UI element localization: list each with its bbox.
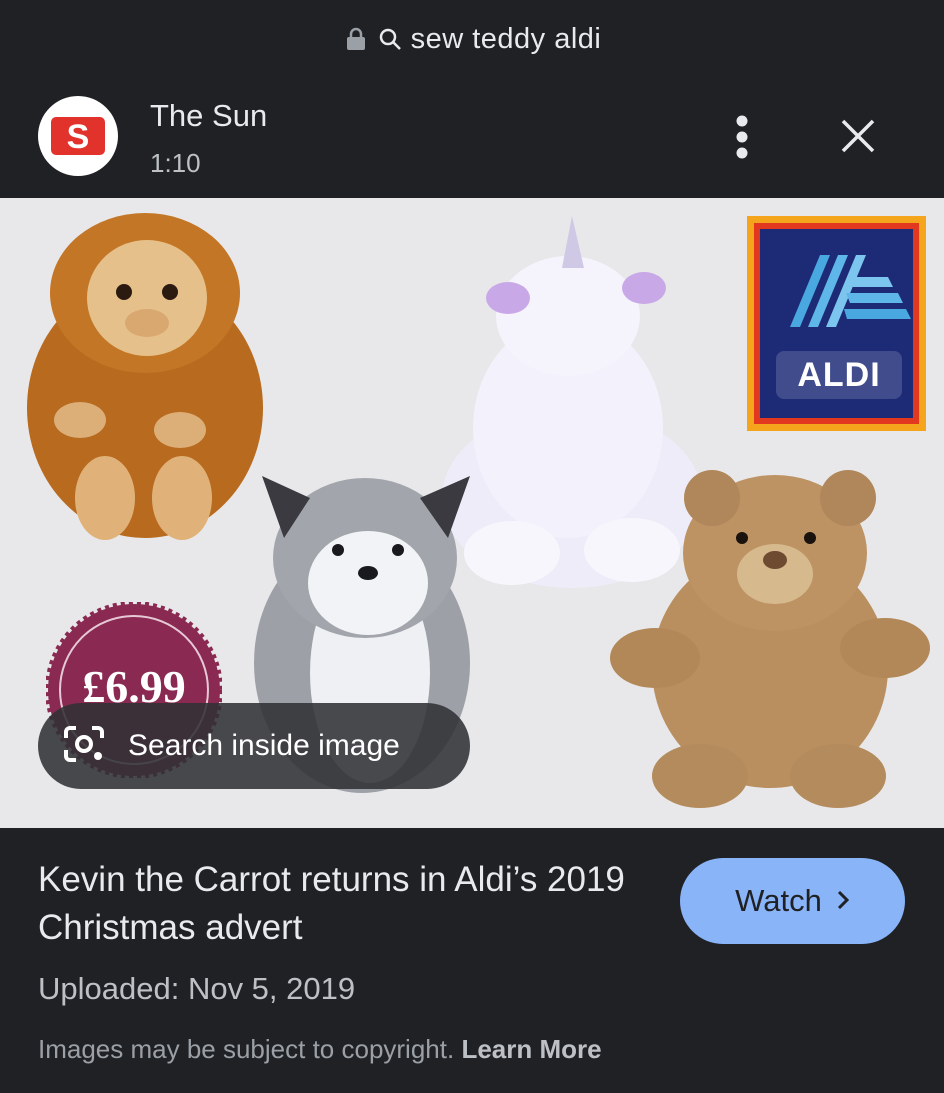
chevron-right-icon (836, 883, 850, 919)
result-title[interactable]: Kevin the Carrot returns in Aldi’s 2019 … (38, 856, 658, 952)
result-image[interactable]: ALDI £6.99 Search inside image (0, 198, 944, 828)
result-info: Kevin the Carrot returns in Aldi’s 2019 … (0, 828, 944, 1093)
logo-letter: S (67, 118, 90, 156)
unicorn-plush (442, 216, 702, 588)
aldi-logo: ALDI (747, 216, 926, 431)
aldi-stripes-icon (790, 255, 911, 327)
lens-icon (62, 724, 106, 769)
learn-more-link[interactable]: Learn More (461, 1034, 601, 1064)
close-icon[interactable] (834, 112, 882, 160)
url-query: sew teddy aldi (410, 22, 602, 55)
source-header: S The Sun 1:10 (0, 78, 944, 198)
more-options-icon[interactable] (722, 112, 762, 162)
aldi-logo-text: ALDI (776, 351, 902, 399)
watch-label: Watch (735, 883, 822, 918)
orangutan-plush (27, 213, 263, 540)
search-icon (377, 26, 403, 52)
search-inside-image-label: Search inside image (128, 729, 400, 762)
video-duration: 1:10 (150, 148, 201, 178)
copyright-text: Images may be subject to copyright. (38, 1034, 455, 1064)
url-bar[interactable]: sew teddy aldi (0, 0, 944, 78)
copyright-notice: Images may be subject to copyright. Lear… (38, 1034, 602, 1065)
source-name[interactable]: The Sun (150, 98, 267, 134)
upload-date: Uploaded: Nov 5, 2019 (38, 971, 356, 1006)
search-inside-image-button[interactable]: Search inside image (38, 703, 470, 789)
the-sun-logo[interactable]: S (38, 96, 118, 176)
watch-button[interactable]: Watch (680, 858, 905, 944)
lock-icon (343, 26, 369, 52)
